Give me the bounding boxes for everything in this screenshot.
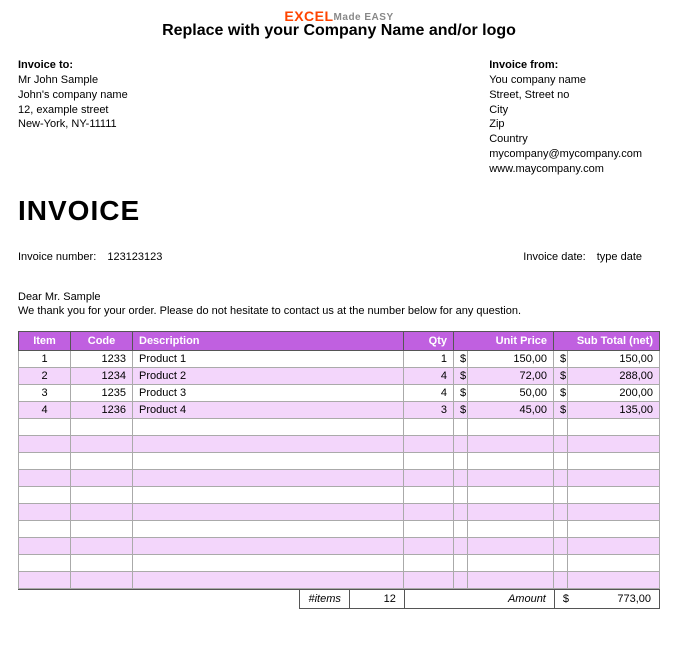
invoice-from-line: You company name — [489, 73, 642, 88]
invoice-to-block: Invoice to: Mr John Sample John's compan… — [18, 58, 128, 177]
table-row: 21234Product 24$72,00$288,00 — [19, 367, 660, 384]
table-row — [19, 469, 660, 486]
table-row — [19, 486, 660, 503]
table-row — [19, 418, 660, 435]
table-row — [19, 503, 660, 520]
invoice-from-title: Invoice from: — [489, 58, 642, 73]
table-row: 41236Product 43$45,00$135,00 — [19, 401, 660, 418]
totals-amount-value: 773,00 — [571, 590, 660, 609]
table-row — [19, 452, 660, 469]
invoice-to-title: Invoice to: — [18, 58, 128, 73]
invoice-number: Invoice number: 123123123 — [18, 251, 162, 263]
invoice-heading: INVOICE — [18, 195, 660, 227]
invoice-from-line: Street, Street no — [489, 88, 642, 103]
table-header-row: Item Code Description Qty Unit Price Sub… — [19, 331, 660, 350]
items-table: Item Code Description Qty Unit Price Sub… — [18, 331, 660, 589]
col-code: Code — [71, 331, 133, 350]
invoice-to-line: New-York, NY-11111 — [18, 117, 128, 132]
invoice-from-line: www.maycompany.com — [489, 162, 642, 177]
invoice-from-line: Zip — [489, 117, 642, 132]
invoice-number-label: Invoice number: — [18, 251, 96, 263]
table-row — [19, 554, 660, 571]
invoice-date: Invoice date: type date — [523, 251, 642, 263]
invoice-from-block: Invoice from: You company name Street, S… — [489, 58, 642, 177]
totals-amount-label: Amount — [405, 590, 555, 609]
invoice-to-line: 12, example street — [18, 103, 128, 118]
totals-items-label: #items — [299, 590, 349, 609]
table-row — [19, 435, 660, 452]
invoice-date-label: Invoice date: — [523, 251, 585, 263]
col-subtotal: Sub Total (net) — [554, 331, 660, 350]
col-description: Description — [133, 331, 404, 350]
col-item: Item — [19, 331, 71, 350]
totals-items-value: 12 — [350, 590, 405, 609]
col-qty: Qty — [403, 331, 453, 350]
invoice-number-value: 123123123 — [107, 251, 162, 263]
table-row: 11233Product 11$150,00$150,00 — [19, 350, 660, 367]
invoice-date-value: type date — [597, 251, 642, 263]
col-unit-price: Unit Price — [453, 331, 553, 350]
invoice-from-line: Country — [489, 132, 642, 147]
company-name-placeholder: Replace with your Company Name and/or lo… — [18, 22, 660, 40]
table-row — [19, 537, 660, 554]
table-row — [19, 571, 660, 588]
invoice-from-line: mycompany@mycompany.com — [489, 147, 642, 162]
invoice-from-line: City — [489, 103, 642, 118]
greeting: Dear Mr. Sample — [18, 291, 660, 303]
invoice-to-line: John's company name — [18, 88, 128, 103]
table-row: 31235Product 34$50,00$200,00 — [19, 384, 660, 401]
table-row — [19, 520, 660, 537]
invoice-to-line: Mr John Sample — [18, 73, 128, 88]
thank-you-text: We thank you for your order. Please do n… — [18, 305, 660, 317]
totals-row: #items 12 Amount $ 773,00 — [18, 589, 660, 609]
totals-currency: $ — [555, 590, 571, 609]
